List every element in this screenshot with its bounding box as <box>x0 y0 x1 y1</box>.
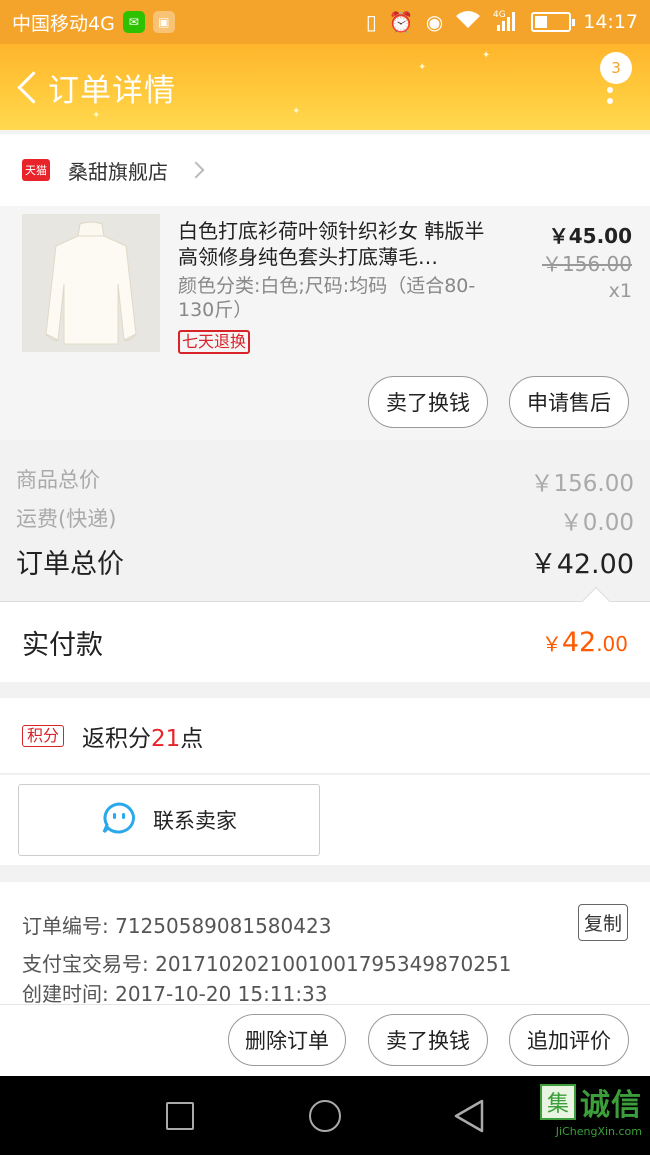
shipping-row: 运费(快递) ￥0.00 <box>16 503 634 537</box>
product-item[interactable]: 白色打底衫荷叶领针织衫女 韩版半高领修身纯色套头打底薄毛… 颜色分类:白色;尺码… <box>0 206 650 440</box>
add-review-button[interactable]: 追加评价 <box>509 1014 629 1066</box>
shop-name: 桑甜旗舰店 <box>68 159 168 184</box>
recents-icon[interactable] <box>166 1102 194 1130</box>
order-info: 订单编号: 71250589081580423 支付宝交易号: 20171020… <box>0 882 650 1006</box>
nav-back-icon[interactable] <box>452 1098 486 1138</box>
product-image[interactable] <box>22 214 160 352</box>
shipping-value: ￥0.00 <box>559 510 634 536</box>
carrier-label: 中国移动4G <box>12 12 115 35</box>
contact-seller-button[interactable]: 联系卖家 <box>18 784 320 856</box>
paid-amount: ￥42.00 <box>542 627 628 658</box>
bottom-resell-button[interactable]: 卖了换钱 <box>368 1014 488 1066</box>
wifi-icon <box>455 10 481 35</box>
shop-row[interactable]: 天猫 桑甜旗舰店 <box>0 134 650 206</box>
paid-row: 实付款 ￥42.00 <box>0 602 650 682</box>
delete-order-button[interactable]: 删除订单 <box>228 1014 346 1066</box>
order-total-row: 订单总价 ￥42.00 <box>16 542 634 581</box>
points-text: 返积分21点 <box>82 719 203 753</box>
points-prefix: 返积分 <box>82 725 152 752</box>
eye-icon: ◉ <box>425 10 444 34</box>
product-original-price: ￥156.00 <box>542 252 632 276</box>
tmall-icon: 天猫 <box>22 159 50 181</box>
goods-total-row: 商品总价 ￥156.00 <box>16 464 634 498</box>
vibrate-icon: ▯ <box>365 10 377 34</box>
back-arrow-icon[interactable] <box>14 67 42 107</box>
product-price: ￥45.00 <box>548 224 632 248</box>
watermark-box: 集 <box>540 1084 576 1120</box>
contact-section: 联系卖家 <box>0 775 650 865</box>
goods-total-label: 商品总价 <box>16 468 100 492</box>
copy-button[interactable]: 复制 <box>577 904 628 941</box>
cellular-signal-icon: 4G <box>493 9 519 36</box>
battery-icon <box>531 12 576 32</box>
price-summary: 商品总价 ￥156.00 运费(快递) ￥0.00 订单总价 ￥42.00 <box>0 440 650 616</box>
wechat-icon: ✉ <box>122 11 145 33</box>
watermark-text: 诚信 <box>580 1088 642 1123</box>
product-spec: 颜色分类:白色;尺码:均码（适合80-130斤） <box>178 275 476 321</box>
goods-total-value: ￥156.00 <box>530 471 634 497</box>
product-title: 白色打底衫荷叶领针织衫女 韩版半高领修身纯色套头打底薄毛… <box>178 219 485 269</box>
product-quantity: x1 <box>608 280 632 302</box>
gallery-icon: ▣ <box>152 11 175 33</box>
clock: 14:17 <box>583 11 638 33</box>
notification-badge: 3 <box>600 52 632 84</box>
resell-button[interactable]: 卖了换钱 <box>368 376 488 428</box>
points-suffix: 点 <box>180 725 204 752</box>
return-policy-badge: 七天退换 <box>178 330 251 354</box>
after-sales-button[interactable]: 申请售后 <box>509 376 629 428</box>
alipay-number: 支付宝交易号: 2017102021001001795349870251 <box>22 952 512 976</box>
created-time: 创建时间: 2017-10-20 15:11:33 <box>22 982 328 1006</box>
status-bar: 中国移动4G ✉ ▣ ▯ ⏰ ◉ 4G 14:17 <box>0 0 650 44</box>
points-badge: 积分 <box>22 724 65 747</box>
chat-bubble-icon <box>101 801 137 839</box>
app-header: ✦ ✦ ✦ ✦ 订单详情 3 <box>0 44 650 130</box>
paid-integer: 42 <box>561 626 597 658</box>
order-total-value: ￥42.00 <box>529 549 634 580</box>
page-title: 订单详情 <box>48 72 176 109</box>
svg-text:4G: 4G <box>493 10 506 20</box>
order-number: 订单编号: 71250589081580423 <box>22 914 332 938</box>
order-total-label: 订单总价 <box>16 549 124 580</box>
shipping-label: 运费(快递) <box>16 507 117 531</box>
points-value: 21 <box>151 725 181 752</box>
contact-seller-label: 联系卖家 <box>153 809 237 833</box>
system-nav-bar: 集 诚信 JiChengXin.com <box>0 1076 650 1155</box>
paid-decimal: .00 <box>596 631 628 656</box>
home-icon[interactable] <box>309 1100 341 1132</box>
watermark-sub: JiChengXin.com <box>555 1125 642 1138</box>
chevron-right-icon <box>187 161 205 179</box>
alarm-icon: ⏰ <box>388 10 414 34</box>
points-row: 积分 返积分21点 <box>0 698 650 774</box>
watermark-logo: 集 诚信 JiChengXin.com <box>540 1080 642 1138</box>
paid-currency: ￥ <box>541 631 562 656</box>
paid-label: 实付款 <box>22 629 103 661</box>
bottom-action-bar: 删除订单 卖了换钱 追加评价 <box>0 1004 650 1076</box>
